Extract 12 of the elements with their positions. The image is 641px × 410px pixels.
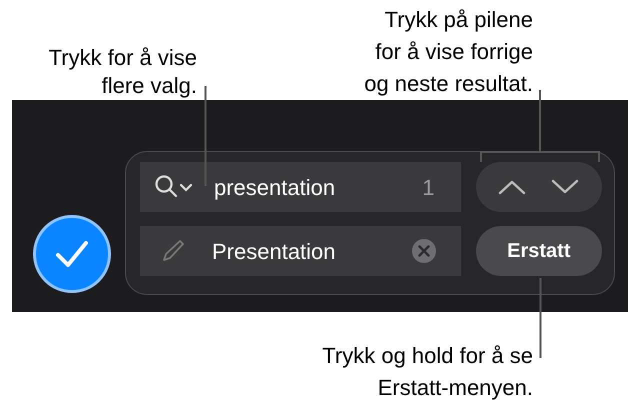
callout-text: Trykk for å vise flere valg. — [48, 44, 197, 100]
callout-text: Trykk på pilene for å vise forrige og neste resultat. — [364, 6, 533, 98]
find-text: presentation — [214, 174, 336, 202]
checkmark-icon — [55, 240, 89, 268]
replace-button[interactable]: Erstatt — [476, 226, 602, 276]
callout-text: Trykk og hold for å se Erstatt-menyen. — [322, 342, 533, 402]
find-field[interactable]: presentation 1 — [140, 162, 461, 212]
match-count: 1 — [422, 174, 435, 202]
replace-text: Presentation — [212, 238, 337, 266]
replace-field[interactable]: Presentation — [140, 226, 461, 276]
pencil-icon — [160, 238, 186, 264]
clear-icon[interactable] — [410, 238, 437, 264]
